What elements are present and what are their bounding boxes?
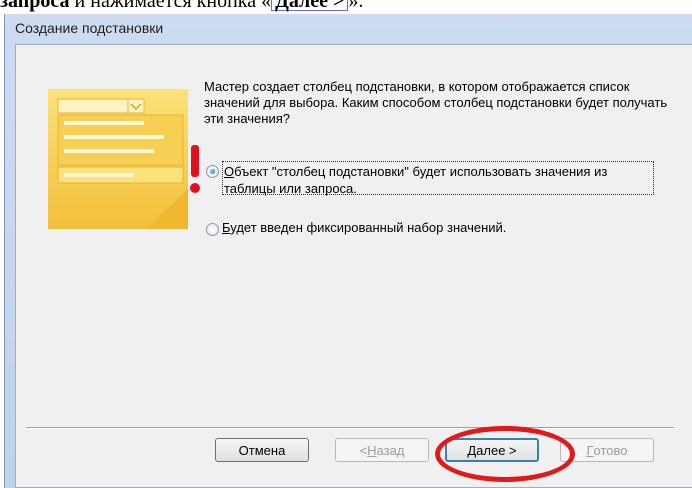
option-fixed-values-label: Будет введен фиксированный набор значени… (222, 220, 507, 235)
doc-bold-word: запроса (0, 0, 70, 12)
button-separator (26, 427, 674, 429)
exclamation-icon (190, 145, 200, 193)
wizard-description: Мастер создает столбец подстановки, в ко… (204, 79, 668, 126)
doc-boxed-button-name: Далее > (271, 0, 349, 11)
radio-fixed-values[interactable] (206, 223, 219, 236)
radio-table-query[interactable] (206, 165, 219, 178)
wizard-illustration-icon (48, 89, 188, 229)
cancel-button[interactable]: Отмена (215, 438, 309, 462)
document-text-snippet: запроса и нажимается кнопка «Далее >». (0, 0, 692, 12)
option-fixed-values[interactable]: Будет введен фиксированный набор значени… (206, 219, 506, 236)
back-button[interactable]: < Назад (335, 438, 429, 462)
finish-button[interactable]: Готово (560, 438, 654, 462)
doc-suffix-text: ». (348, 0, 364, 12)
option-table-query[interactable]: Объект "столбец подстановки" будет испол… (206, 161, 654, 196)
option-table-query-label: Объект "столбец подстановки" будет испол… (222, 161, 654, 196)
doc-middle-text: и нажимается кнопка « (69, 0, 272, 12)
lookup-wizard-window: Создание подстановки Мастер создает стол… (4, 14, 692, 488)
next-button[interactable]: Далее > (445, 438, 539, 462)
wizard-client-area: Мастер создает столбец подстановки, в ко… (15, 44, 692, 488)
window-title: Создание подстановки (15, 20, 164, 36)
